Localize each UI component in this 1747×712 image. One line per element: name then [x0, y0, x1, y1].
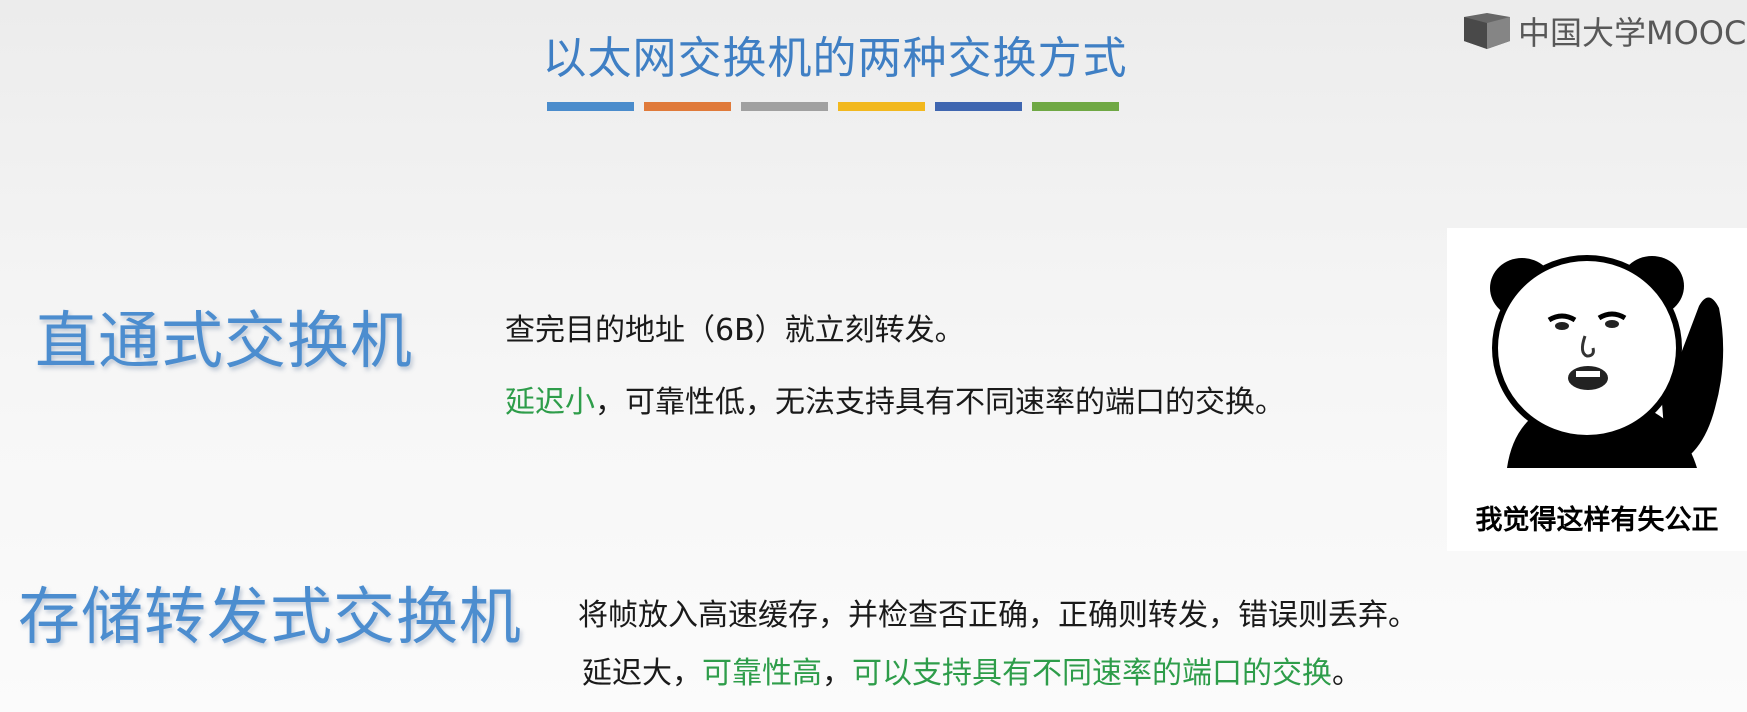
- mooc-logo-text: 中国大学MOOC: [1518, 14, 1747, 52]
- cut-through-heading: 直通式交换机: [35, 304, 414, 377]
- title-color-bars: [547, 102, 1119, 111]
- title-bar-yellow: [838, 102, 925, 111]
- high-reliability-text: 可靠性高: [702, 656, 822, 691]
- store-forward-heading: 存储转发式交换机: [18, 580, 523, 653]
- multi-rate-support-text: 可以支持具有不同速率的端口的交换: [852, 656, 1332, 691]
- cut-through-line1: 查完目的地址（6B）就立刻转发。: [505, 313, 965, 348]
- meme-caption: 我觉得这样有失公正: [1475, 505, 1719, 536]
- store-forward-line1: 将帧放入高速缓存，并检查否正确，正确则转发，错误则丢弃。: [578, 598, 1418, 633]
- low-latency-text: 延迟小: [505, 385, 595, 420]
- cut-through-line2: 延迟小，可靠性低，无法支持具有不同速率的端口的交换。: [505, 377, 1285, 421]
- title-bar-blue: [547, 102, 634, 111]
- slide-title: 以太网交换机的两种交换方式: [542, 33, 1128, 84]
- title-bar-green: [1032, 102, 1119, 111]
- store-forward-line2-a: 延迟大，: [582, 656, 702, 691]
- title-bar-navy: [935, 102, 1022, 111]
- title-bar-gray: [741, 102, 828, 111]
- store-forward-line2-e: 。: [1332, 656, 1362, 691]
- store-forward-line2: 延迟大，可靠性高，可以支持具有不同速率的端口的交换。: [582, 648, 1362, 692]
- title-bar-orange: [644, 102, 731, 111]
- cut-through-line2-rest: ，可靠性低，无法支持具有不同速率的端口的交换。: [595, 385, 1285, 420]
- mooc-logo: 中国大学MOOC: [1462, 8, 1746, 54]
- panda-meme-face: [1490, 255, 1724, 468]
- mooc-book-icon: [1464, 13, 1510, 49]
- panda-meme-image: 我觉得这样有失公正: [1447, 228, 1747, 551]
- store-forward-line2-c: ，: [822, 656, 852, 691]
